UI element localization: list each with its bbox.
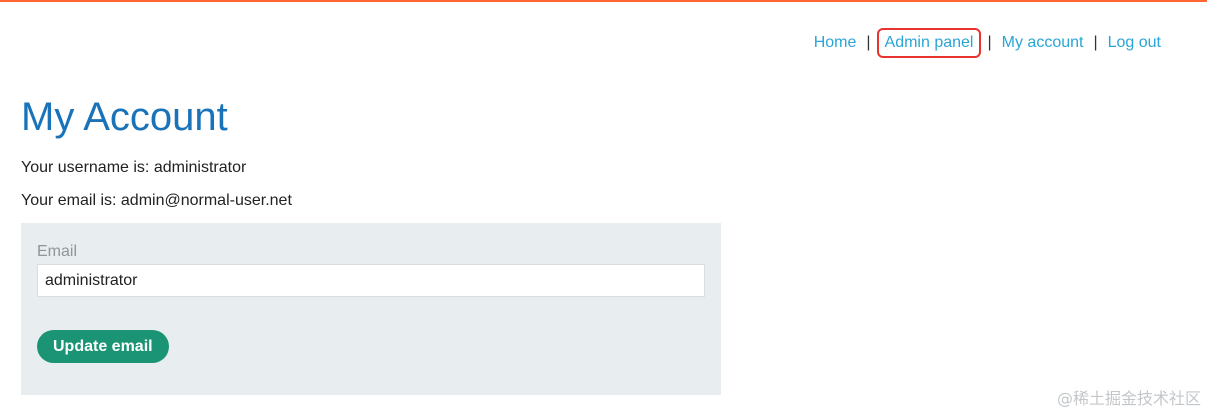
nav-separator: | [866, 34, 871, 51]
page-title: My Account [21, 95, 228, 139]
nav-admin-panel-link[interactable]: Admin panel [876, 28, 982, 58]
email-input[interactable] [37, 264, 705, 297]
top-nav: Home | Admin panel | My account | Log ou… [814, 28, 1161, 58]
nav-separator: | [987, 34, 992, 51]
email-info: Your email is: admin@normal-user.net [21, 192, 292, 209]
username-info: Your username is: administrator [21, 159, 247, 176]
nav-separator: | [1093, 34, 1098, 51]
watermark: @稀土掘金技术社区 [1056, 389, 1201, 408]
update-email-form: Email Update email [21, 223, 721, 395]
nav-my-account-link[interactable]: My account [1002, 32, 1084, 54]
update-email-button[interactable]: Update email [37, 330, 169, 363]
email-field-label: Email [37, 243, 78, 260]
nav-log-out-link[interactable]: Log out [1108, 32, 1161, 54]
top-accent-bar [0, 0, 1207, 2]
nav-home-link[interactable]: Home [814, 32, 857, 54]
